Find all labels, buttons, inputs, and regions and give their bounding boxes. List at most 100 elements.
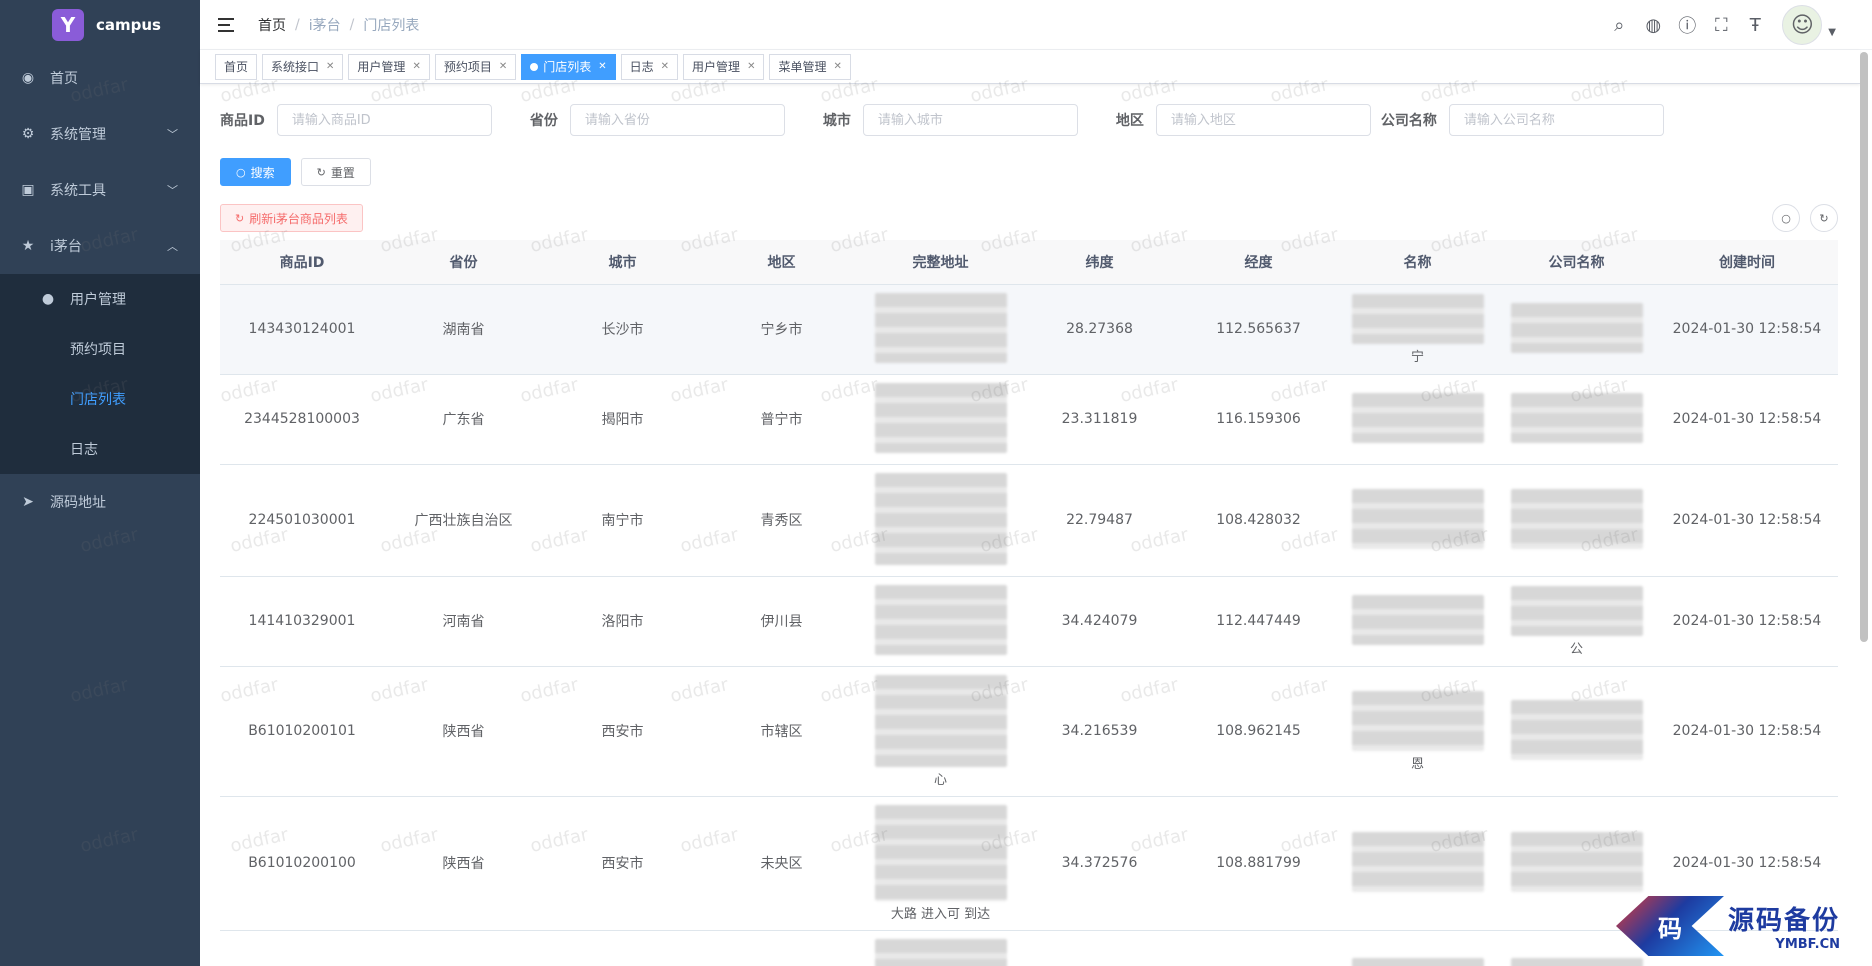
cell-lng: 108.962145 [1179,666,1338,797]
field-label: 商品ID [220,113,265,129]
reset-button[interactable]: ↻ 重置 [300,158,371,186]
table-row[interactable]: 143430124001 湖南省 长沙市 宁乡市 28.27368 112.565637 宁… [220,284,1838,375]
chevron-down-icon: ﹀ [167,128,178,141]
sidebar-item-label: 用户管理 [70,292,126,308]
tag-store-list[interactable]: 门店列表 ✕ [521,53,616,80]
sidebar-item-label: 源码地址 [50,495,106,511]
redacted-block [874,293,1007,363]
column-header: 完整地址 [861,240,1020,285]
cell-lat: 34.216539 [1020,666,1179,797]
search-button-label: 搜索 [250,165,275,180]
product-id-input[interactable] [276,104,492,136]
cell-city: 长沙市 [543,284,702,375]
tag-user-management-2[interactable]: 用户管理 ✕ [683,53,765,80]
tag-menu-management[interactable]: 菜单管理 ✕ [769,53,851,80]
district-input[interactable] [1155,104,1371,136]
refresh-store-list-button[interactable]: ↻ 刷新i茅台商品列表 [220,204,363,232]
table-row[interactable]: B61010200101 陕西省 西安市 市辖区心 34.216539 108.96214… [220,666,1838,797]
search-button[interactable]: ○ 搜索 [220,158,291,186]
tag-label: 日志 [629,59,654,74]
breadcrumb-item: 门店列表 [363,17,420,34]
close-icon[interactable]: ✕ [412,55,420,79]
refresh-icon[interactable]: ↻ [1810,204,1838,232]
sidebar-item-user-management[interactable]: ● 用户管理 [0,274,200,324]
cell-city [543,930,702,966]
cell-company: 公 [1497,576,1656,667]
table-row[interactable]: B61010200100 陕西省 西安市 未央区 大路 进入可 到达 34.372576 1… [220,796,1838,931]
submenu-imaotai: ● 用户管理 预约项目 门店列表 日志 [0,274,200,474]
sidebar-item-imaotai[interactable]: ★ i茅台 ︿ [0,218,200,274]
sidebar-item-label: 门店列表 [70,392,126,408]
close-icon[interactable]: ✕ [598,55,606,79]
brand-text: 源码备份 YMBF.CN [1728,900,1840,952]
breadcrumb-item[interactable]: 首页 [258,15,286,35]
table-row[interactable]: 224501030001 广西壮族自治区 南宁市 青秀区 22.79487 108.428… [220,464,1838,577]
github-icon[interactable]: ◍ [1636,8,1670,42]
table-row[interactable]: 揭阳 大 道北 [220,930,1838,966]
sidebar-item-source[interactable]: ➤ 源码地址 [0,474,200,530]
app-logo[interactable]: Y campus [0,0,200,50]
cell-province: 陕西省 [384,666,543,797]
field-company: 公司名称 [1381,104,1664,136]
tag-reservation[interactable]: 预约项目 ✕ [434,53,517,80]
table-row[interactable]: 141410329001 河南省 洛阳市 伊川县 34.424079 112.447449… [220,576,1838,667]
search-icon[interactable]: ⌕ [1602,8,1636,42]
tag-label: 系统接口 [271,59,320,74]
column-header: 公司名称 [1497,240,1656,285]
close-icon[interactable]: ✕ [661,55,669,79]
sidebar-item-reservation[interactable]: 预约项目 [0,324,200,374]
field-product-id: 商品ID [220,104,492,136]
tag-system-api[interactable]: 系统接口 ✕ [262,53,344,80]
cell-created: 2024-01-30 12:58:54 [1656,374,1838,465]
page-scrollbar[interactable] [1860,52,1868,642]
sidebar-item-home[interactable]: ◉ 首页 [0,50,200,106]
cell-id [220,930,384,966]
hamburger-icon[interactable] [218,17,236,32]
cell-city: 西安市 [543,666,702,797]
field-district: 地区 [1116,104,1371,136]
cell-company [1497,284,1656,375]
font-size-icon[interactable]: Ŧ [1738,8,1772,42]
sidebar-item-log[interactable]: 日志 [0,424,200,474]
breadcrumb: 首页 / i茅台 / 门店列表 [258,15,419,35]
sidebar-item-system[interactable]: ⚙ 系统管理 ﹀ [0,106,200,162]
cell-district: 伊川县 [702,576,861,667]
close-icon[interactable]: ✕ [499,55,507,79]
app-name: campus [96,16,161,34]
field-label: 省份 [529,113,558,129]
company-input[interactable] [1448,104,1664,136]
column-header: 商品ID [220,240,384,285]
sidebar-item-store-list[interactable]: 门店列表 [0,374,200,424]
close-icon[interactable]: ✕ [833,55,841,79]
store-table: 商品ID 省份 城市 地区 完整地址 纬度 经度 名称 公司名称 创建时间 14343012400… [220,240,1838,966]
close-icon[interactable]: ✕ [747,55,755,79]
table-row[interactable]: 2344528100003 广东省 揭阳市 普宁市 23.311819 116.15930… [220,374,1838,465]
caret-down-icon[interactable]: ▼ [1828,27,1836,38]
close-icon[interactable]: ✕ [326,55,334,79]
cell-address: 大路 进入可 到达 [861,796,1020,931]
sidebar-item-label: 系统管理 [50,127,106,143]
city-input[interactable] [862,104,1078,136]
fullscreen-icon[interactable]: ⛶ [1704,8,1738,42]
toggle-search-icon[interactable]: ○ [1772,204,1800,232]
search-form: 商品ID 省份 城市 地区 公司名称 [220,84,1838,156]
cell-name [1338,374,1497,465]
question-icon[interactable]: ⓘ [1670,8,1704,42]
cell-created: 2024-01-30 12:58:54 [1656,666,1838,797]
avatar[interactable]: ☺ [1782,5,1823,45]
redacted-block [1510,393,1643,443]
tag-log[interactable]: 日志 ✕ [620,53,679,80]
tag-user-management[interactable]: 用户管理 ✕ [348,53,430,80]
send-icon: ➤ [22,494,34,510]
visible-fragment: 公 [1569,641,1583,657]
province-input[interactable] [569,104,785,136]
brand-logo: 码 源码备份 YMBF.CN [1615,896,1840,956]
cell-lng: 108.428032 [1179,464,1338,577]
column-header: 纬度 [1020,240,1179,285]
chevron-up-icon: ︿ [167,240,178,253]
tag-home[interactable]: 首页 [215,53,258,80]
breadcrumb-separator: / [295,16,300,33]
visible-fragment: 恩 [1410,756,1424,772]
brand-name: 源码备份 [1727,906,1840,936]
sidebar-item-tools[interactable]: ▣ 系统工具 ﹀ [0,162,200,218]
